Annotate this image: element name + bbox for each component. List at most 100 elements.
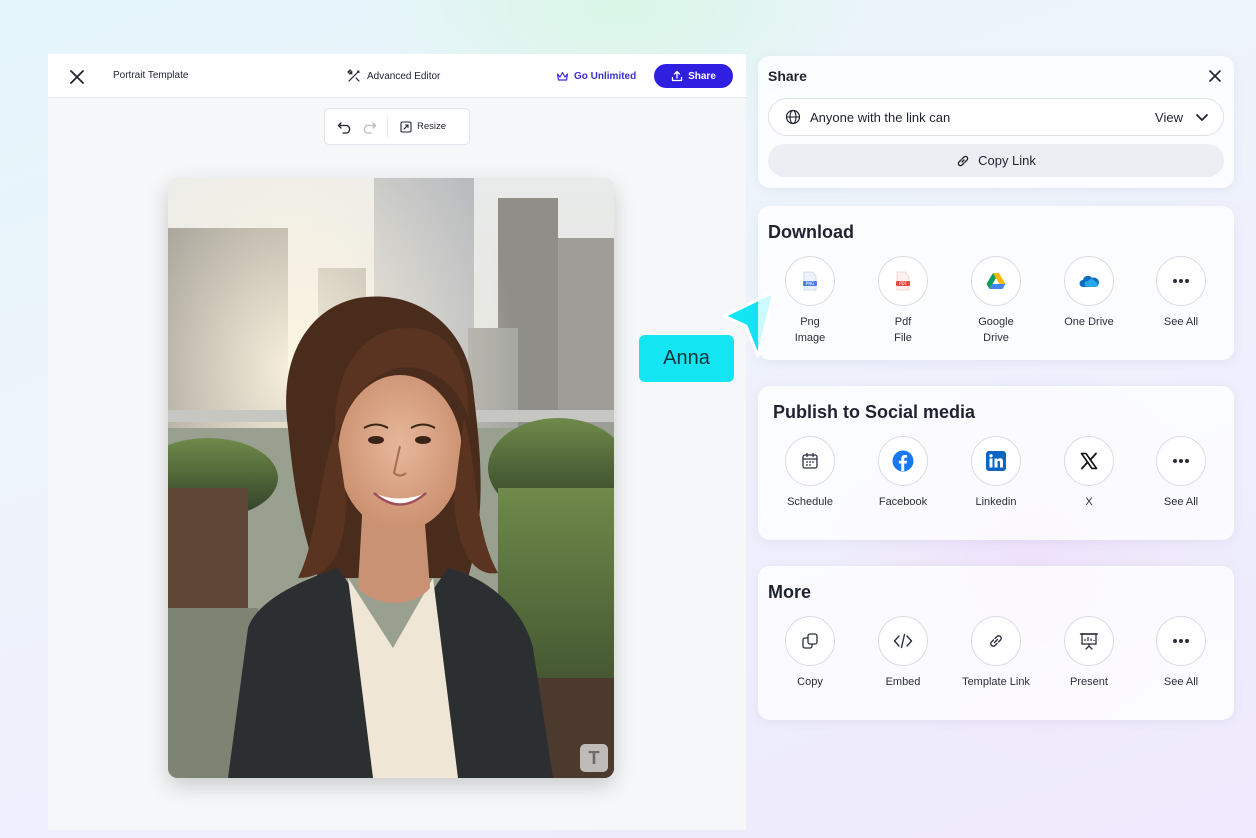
- option-circle: [1064, 256, 1114, 306]
- more-embed-option[interactable]: Embed: [863, 616, 943, 690]
- crown-icon: [556, 71, 569, 81]
- download-see-all-option[interactable]: See All: [1141, 256, 1221, 330]
- link-access-value: View: [1155, 109, 1183, 125]
- document-title: Portrait Template: [113, 70, 189, 81]
- more-options-card: More Copy Embed Template Link Present Se…: [758, 566, 1234, 720]
- social-linkedin-option[interactable]: Linkedin: [956, 436, 1036, 510]
- option-label: One Drive: [1064, 316, 1114, 328]
- share-card: Share Anyone with the link can View Copy…: [758, 56, 1234, 188]
- editor-topbar: Portrait Template Advanced Editor Go Unl…: [48, 54, 746, 98]
- share-button[interactable]: Share: [654, 64, 733, 88]
- option-circle: [1064, 436, 1114, 486]
- redo-icon: [363, 121, 377, 134]
- globe-icon: [785, 109, 801, 125]
- link-access-dropdown[interactable]: Anyone with the link can View: [768, 98, 1224, 136]
- share-button-label: Share: [688, 70, 716, 82]
- copy-link-label: Copy Link: [978, 153, 1036, 168]
- download-title: Download: [768, 222, 854, 242]
- option-label: Template Link: [962, 676, 1030, 688]
- google-drive-icon: [986, 273, 1006, 289]
- linkedin-icon: [986, 451, 1006, 471]
- link-icon: [957, 155, 969, 166]
- option-circle: [971, 616, 1021, 666]
- option-label: Linkedin: [975, 496, 1017, 508]
- collaborator-name: Anna: [663, 347, 710, 369]
- download-card: Download PNG Png Image PDF Pdf File Goog…: [758, 206, 1234, 360]
- editor-panel: Portrait Template Advanced Editor Go Unl…: [48, 54, 746, 830]
- portrait-image[interactable]: T: [168, 178, 614, 778]
- option-circle: [1156, 436, 1206, 486]
- option-label: Facebook: [878, 496, 928, 508]
- x-icon: [1080, 452, 1098, 470]
- more-copy-option[interactable]: Copy: [770, 616, 850, 690]
- watermark-letter: T: [588, 747, 600, 768]
- download-onedrive-option[interactable]: One Drive: [1049, 256, 1129, 330]
- option-circle: [1156, 256, 1206, 306]
- toolbar-divider: [387, 116, 388, 137]
- more-dots-icon: [1173, 279, 1189, 283]
- canvas-toolbar: Resize: [324, 108, 470, 145]
- undo-button[interactable]: [335, 117, 355, 137]
- presentation-icon: [1079, 633, 1099, 650]
- download-pdf-option[interactable]: PDF Pdf File: [863, 256, 943, 346]
- close-icon: [70, 70, 84, 84]
- more-dots-icon: [1173, 639, 1189, 643]
- png-file-icon: PNG: [803, 271, 817, 291]
- option-label: Embed: [885, 676, 921, 688]
- close-editor-button[interactable]: [66, 66, 88, 88]
- resize-button[interactable]: Resize: [400, 120, 447, 133]
- option-label: Schedule: [787, 496, 833, 508]
- facebook-icon: [892, 450, 914, 472]
- resize-icon: [400, 120, 412, 133]
- social-x-option[interactable]: X: [1049, 436, 1129, 510]
- option-circle: [971, 256, 1021, 306]
- copy-link-button[interactable]: Copy Link: [768, 144, 1224, 177]
- option-circle: PNG: [785, 256, 835, 306]
- link-icon: [990, 635, 1002, 647]
- social-see-all-option[interactable]: See All: [1141, 436, 1221, 510]
- upload-icon: [671, 70, 683, 82]
- more-dots-icon: [1173, 459, 1189, 463]
- watermark-logo: T: [580, 744, 608, 772]
- onedrive-icon: [1079, 275, 1099, 287]
- more-see-all-option[interactable]: See All: [1141, 616, 1221, 690]
- social-title: Publish to Social media: [773, 402, 976, 422]
- option-label: Google Drive: [978, 316, 1014, 344]
- svg-text:PNG: PNG: [806, 281, 815, 286]
- option-label: See All: [1163, 496, 1199, 508]
- copy-icon: [802, 633, 818, 649]
- option-label: X: [1085, 496, 1093, 508]
- chevron-down-icon: [1196, 114, 1208, 121]
- advanced-editor-button[interactable]: Advanced Editor: [347, 67, 440, 85]
- option-label: Png Image: [794, 316, 826, 344]
- download-google-drive-option[interactable]: Google Drive: [956, 256, 1036, 346]
- option-circle: [1156, 616, 1206, 666]
- go-unlimited-button[interactable]: Go Unlimited: [556, 67, 636, 85]
- option-label: Pdf File: [894, 316, 912, 344]
- download-png-option[interactable]: PNG Png Image: [770, 256, 850, 346]
- link-access-text: Anyone with the link can: [810, 109, 951, 125]
- code-icon: [893, 633, 913, 649]
- option-label: Present: [1070, 676, 1108, 688]
- option-circle: [971, 436, 1021, 486]
- go-unlimited-label: Go Unlimited: [574, 70, 637, 82]
- social-media-card: Publish to Social media Schedule Faceboo…: [758, 386, 1234, 540]
- portrait-illustration: [168, 178, 614, 778]
- option-circle: [785, 436, 835, 486]
- option-circle: [878, 616, 928, 666]
- option-label: Copy: [797, 676, 823, 688]
- pdf-file-icon: PDF: [896, 271, 910, 291]
- undo-icon: [337, 121, 351, 134]
- close-share-button[interactable]: [1207, 68, 1223, 84]
- more-present-option[interactable]: Present: [1049, 616, 1129, 690]
- option-circle: [785, 616, 835, 666]
- resize-label: Resize: [417, 121, 447, 132]
- option-circle: [878, 436, 928, 486]
- more-template-link-option[interactable]: Template Link: [956, 616, 1036, 690]
- social-schedule-option[interactable]: Schedule: [770, 436, 850, 510]
- redo-button[interactable]: [359, 117, 379, 137]
- option-circle: [1064, 616, 1114, 666]
- share-title: Share: [768, 68, 807, 84]
- close-icon: [1209, 70, 1221, 82]
- social-facebook-option[interactable]: Facebook: [863, 436, 943, 510]
